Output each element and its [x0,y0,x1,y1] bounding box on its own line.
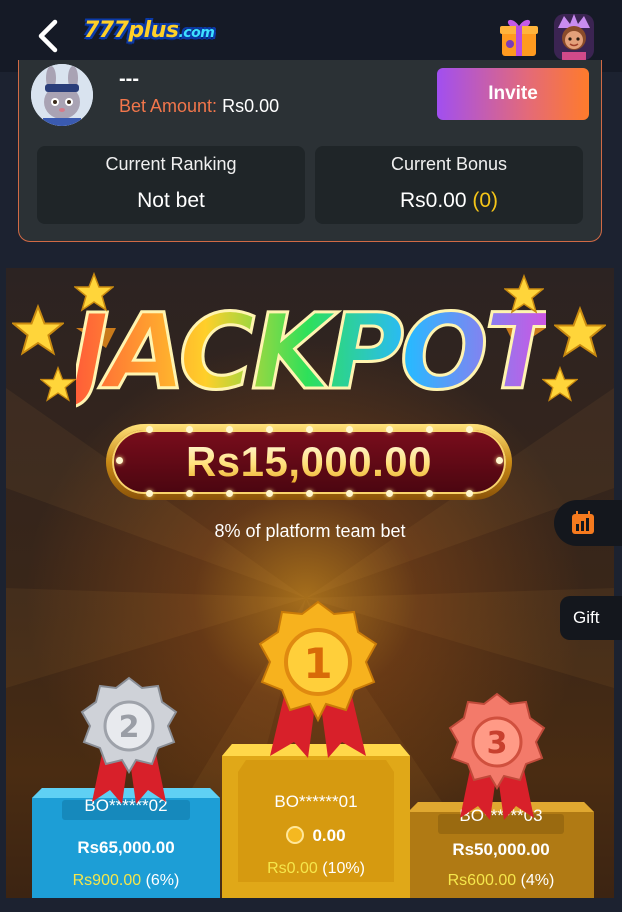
gold-medal-icon: 1 [258,600,378,758]
invite-button[interactable]: Invite [437,68,589,120]
bet-amount-label: Bet Amount: [119,96,218,116]
star-icon [40,366,76,402]
current-ranking-box: Current Ranking Not bet [37,146,305,224]
bronze-medal-icon: 3 [448,692,546,820]
first-place-amount-line: 0.00 [222,826,410,846]
bar-chart-icon [572,511,594,534]
bet-amount-line: Bet Amount: Rs0.00 [119,96,279,117]
current-bonus-box: Current Bonus Rs0.00 (0) [315,146,583,224]
jackpot-amount-frame: Rs15,000.00 [106,424,512,500]
user-card: --- Bet Amount: Rs0.00 Invite Current Ra… [18,60,602,242]
star-icon [12,304,64,356]
silver-medal-rank: 2 [119,710,140,745]
first-place-bonus-value: Rs0.00 [267,860,318,877]
bronze-medal-rank: 3 [487,726,508,761]
current-bonus-value: Rs0.00 [399,189,467,212]
first-place-amount: 0.00 [312,826,346,845]
gift-box-icon[interactable] [498,16,540,58]
gold-medal-rank: 1 [303,639,332,688]
jackpot-title: JACKPOT [76,291,546,413]
podium-first: BO******01 0.00 Rs0.00 (10%) [222,742,410,898]
first-place-name: BO******01 [274,792,358,811]
third-place-bonus-value: Rs600.00 [447,872,517,889]
second-place-bonus: Rs900.00 (6%) [32,872,220,890]
site-logo[interactable]: 777plus.com [84,18,215,43]
jackpot-panel: JACKPOT Rs15,000.00 8% of platform team … [6,268,614,898]
coin-icon [286,826,305,844]
star-icon [554,306,606,358]
second-place-amount: Rs65,000.00 [77,838,175,857]
third-place-amount: Rs50,000.00 [452,840,550,859]
star-icon [504,274,544,314]
second-place-bonus-value: Rs900.00 [72,872,142,889]
first-place-bonus: Rs0.00 (10%) [222,860,410,878]
logo-text: 777plus [84,18,179,43]
first-place-bonus-pct: (10%) [322,860,365,877]
current-bonus-title: Current Bonus [390,154,508,174]
side-tab-activity[interactable] [554,500,622,546]
current-bonus-count: (0) [472,189,499,212]
third-place-bonus: Rs600.00 (4%) [408,872,594,890]
chevron-left-icon [38,19,58,53]
logo-com: .com [178,25,215,41]
back-button[interactable] [30,14,66,58]
silver-medal-icon: 2 [80,676,178,804]
current-ranking-value: Not bet [137,189,205,212]
star-icon [74,272,114,312]
bet-amount-value: Rs0.00 [222,96,280,116]
star-icon [542,366,578,402]
user-avatar-top[interactable] [554,14,594,60]
current-ranking-title: Current Ranking [105,154,237,174]
jackpot-amount: Rs15,000.00 [185,438,433,485]
user-name: --- [119,68,139,90]
current-bonus-value-line: Rs0.00 (0) [315,189,583,213]
third-place-bonus-pct: (4%) [520,872,555,889]
user-avatar [31,64,93,126]
side-tab-gift[interactable]: Gift [560,596,622,640]
jackpot-percentage-note: 8% of platform team bet [214,521,406,541]
jackpot-title-art: JACKPOT [76,290,546,415]
second-place-bonus-pct: (6%) [145,872,180,889]
